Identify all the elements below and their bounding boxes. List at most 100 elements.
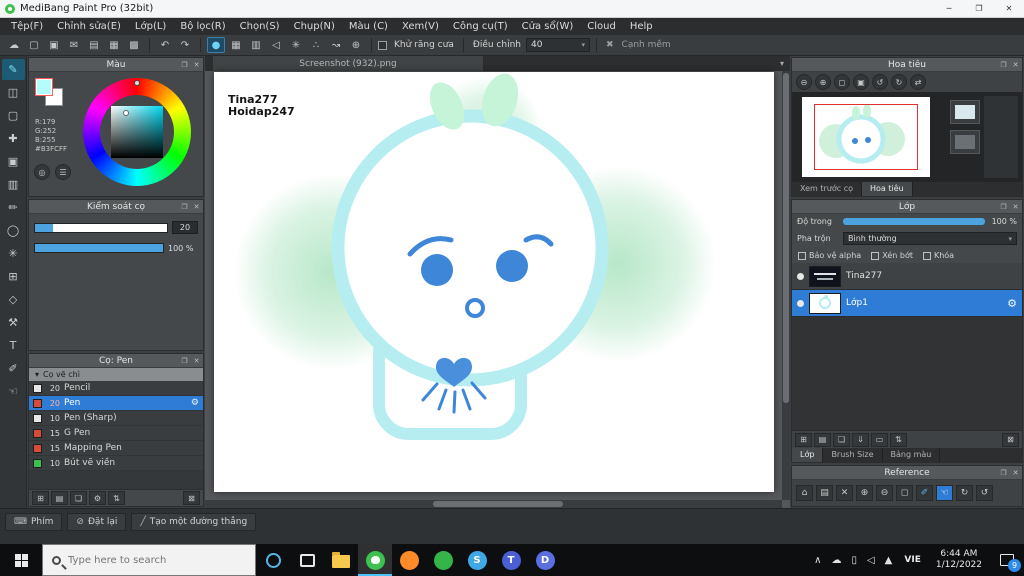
menu-cloud[interactable]: Cloud bbox=[580, 18, 623, 35]
brush-size-grid-icon[interactable]: ▦ bbox=[227, 37, 245, 53]
teams-button[interactable]: T bbox=[494, 544, 528, 576]
coccoc-button[interactable] bbox=[426, 544, 460, 576]
reset-button[interactable]: ⊘ Đặt lại bbox=[67, 513, 127, 531]
opacity-slider[interactable] bbox=[843, 218, 985, 225]
close-panel-icon[interactable]: ✕ bbox=[1011, 203, 1020, 211]
text-tool[interactable]: T bbox=[2, 335, 25, 356]
save-icon[interactable]: ▣ bbox=[45, 37, 63, 53]
scatter-icon[interactable]: ∴ bbox=[307, 37, 325, 53]
brush-row-mapping-pen[interactable]: 15 Mapping Pen bbox=[29, 441, 203, 456]
firefox-button[interactable] bbox=[392, 544, 426, 576]
brush-reorder-icon[interactable]: ⇅ bbox=[108, 491, 125, 505]
file-explorer-button[interactable] bbox=[324, 544, 358, 576]
brush-group-row[interactable]: ▾ Cọ vẽ chì bbox=[29, 368, 203, 381]
stabilizer-icon[interactable]: ⊕ bbox=[347, 37, 365, 53]
gradient-tool[interactable]: ▥ bbox=[2, 174, 25, 195]
close-panel-icon[interactable]: ✕ bbox=[1011, 469, 1020, 477]
brush-row-gpen[interactable]: 15 G Pen bbox=[29, 426, 203, 441]
add-layer-icon[interactable]: ⊞ bbox=[795, 432, 812, 447]
merge-layer-icon[interactable]: ⇓ bbox=[852, 432, 869, 447]
navigator-thumbnail[interactable] bbox=[802, 97, 930, 177]
close-panel-icon[interactable]: ✕ bbox=[192, 357, 201, 365]
hand-tool[interactable]: ☜ bbox=[2, 381, 25, 402]
protect-alpha-checkbox[interactable] bbox=[798, 251, 806, 260]
menu-color[interactable]: Màu (C) bbox=[342, 18, 395, 35]
brush-row-pen[interactable]: 20 Pen ⚙ bbox=[29, 396, 203, 411]
onedrive-icon[interactable]: ☁ bbox=[826, 555, 846, 566]
color-wheel[interactable] bbox=[83, 78, 191, 186]
material-icon[interactable]: ▩ bbox=[125, 37, 143, 53]
duplicate-brush-icon[interactable]: ❏ bbox=[70, 491, 87, 505]
add-brush-folder-icon[interactable]: ▤ bbox=[51, 491, 68, 505]
fill-tool[interactable]: ▣ bbox=[2, 151, 25, 172]
clear-layer-icon[interactable]: ▭ bbox=[871, 432, 888, 447]
float-panel-icon[interactable]: ❐ bbox=[999, 469, 1008, 477]
slider-view-icon[interactable]: ☰ bbox=[55, 164, 71, 180]
texture-icon[interactable]: ▥ bbox=[247, 37, 265, 53]
start-button[interactable] bbox=[0, 544, 42, 576]
rotate-right-icon[interactable]: ↻ bbox=[891, 74, 907, 90]
brush-row-pencil[interactable]: 20 Pencil bbox=[29, 381, 203, 396]
reference-rotate-icon[interactable]: ↻ bbox=[956, 485, 973, 501]
cloud-icon[interactable]: ☁ bbox=[5, 37, 23, 53]
close-panel-icon[interactable]: ✕ bbox=[192, 61, 201, 69]
protect-alpha-option[interactable]: Bảo vệ alpha bbox=[798, 251, 861, 260]
tab-list-icon[interactable]: ▾ bbox=[774, 56, 790, 71]
menu-help[interactable]: Help bbox=[623, 18, 660, 35]
brush-tip-icon[interactable]: ● bbox=[207, 37, 225, 53]
minimize-button[interactable]: ─ bbox=[934, 0, 964, 17]
wand-tool[interactable]: ✳ bbox=[2, 243, 25, 264]
maximize-button[interactable]: ❐ bbox=[964, 0, 994, 17]
adjust-dropdown[interactable]: 40 ▾ bbox=[525, 38, 590, 52]
correction-icon[interactable]: ↝ bbox=[327, 37, 345, 53]
vertical-scroll-thumb[interactable] bbox=[783, 73, 789, 403]
antialias-checkbox[interactable] bbox=[378, 40, 387, 50]
brush-opacity-slider[interactable] bbox=[34, 243, 164, 253]
brush-preview-thumbnail[interactable] bbox=[950, 100, 980, 124]
volume-icon[interactable]: ◁ bbox=[862, 555, 880, 566]
brush-settings-gear-icon[interactable]: ⚙ bbox=[191, 398, 199, 408]
tab-brush-size[interactable]: Brush Size bbox=[823, 448, 883, 462]
tab-color-palette[interactable]: Bảng màu bbox=[882, 448, 941, 462]
sv-picker-dot[interactable] bbox=[123, 110, 129, 116]
float-panel-icon[interactable]: ❐ bbox=[180, 61, 189, 69]
discord-button[interactable]: D bbox=[528, 544, 562, 576]
flip-icon[interactable]: ⇄ bbox=[910, 74, 926, 90]
medibang-taskbar-button[interactable] bbox=[358, 544, 392, 576]
brush-preview-thumbnail[interactable] bbox=[950, 130, 980, 154]
panel-layout-icon[interactable]: ▤ bbox=[85, 37, 103, 53]
select-tool[interactable]: ▢ bbox=[2, 105, 25, 126]
drawing-canvas[interactable]: Tina277 Hoidap247 bbox=[214, 72, 774, 492]
document-tab[interactable]: Screenshot (932).png bbox=[213, 56, 483, 71]
layer-settings-gear-icon[interactable]: ⚙ bbox=[1007, 297, 1017, 310]
reference-close-icon[interactable]: ✕ bbox=[836, 485, 853, 501]
reference-reset-icon[interactable]: ↺ bbox=[976, 485, 993, 501]
shape-tool[interactable]: ◇ bbox=[2, 289, 25, 310]
eraser-tool[interactable]: ◫ bbox=[2, 82, 25, 103]
undo-icon[interactable]: ↶ bbox=[156, 37, 174, 53]
grid-view-icon[interactable]: ▦ bbox=[105, 37, 123, 53]
zoom-out-icon[interactable]: ⊖ bbox=[796, 74, 812, 90]
skype-button[interactable]: S bbox=[460, 544, 494, 576]
cortana-button[interactable] bbox=[256, 544, 290, 576]
taskbar-search[interactable] bbox=[42, 544, 256, 576]
new-canvas-icon[interactable]: ▢ bbox=[25, 37, 43, 53]
task-view-button[interactable] bbox=[290, 544, 324, 576]
delete-layer-icon[interactable]: ⊠ bbox=[1002, 432, 1019, 447]
shortcut-keys-button[interactable]: ⌨ Phím bbox=[5, 513, 63, 531]
move-tool[interactable]: ✚ bbox=[2, 128, 25, 149]
lasso-tool[interactable]: ◯ bbox=[2, 220, 25, 241]
eyedropper-tool[interactable]: ✐ bbox=[2, 358, 25, 379]
divide-tool[interactable]: ⊞ bbox=[2, 266, 25, 287]
tab-layers[interactable]: Lớp bbox=[792, 448, 824, 462]
horizontal-scrollbar[interactable] bbox=[205, 500, 782, 508]
close-button[interactable]: ✕ bbox=[994, 0, 1024, 17]
brush-settings-icon[interactable]: ⚙ bbox=[89, 491, 106, 505]
menu-view[interactable]: Xem(V) bbox=[395, 18, 446, 35]
menu-snap[interactable]: Chụp(N) bbox=[287, 18, 342, 35]
menu-tools[interactable]: Công cụ(T) bbox=[446, 18, 515, 35]
layer-reorder-icon[interactable]: ⇅ bbox=[890, 432, 907, 447]
brush-tool[interactable]: ✎ bbox=[1, 59, 25, 80]
symmetry-icon[interactable]: ✳ bbox=[287, 37, 305, 53]
float-panel-icon[interactable]: ❐ bbox=[999, 61, 1008, 69]
